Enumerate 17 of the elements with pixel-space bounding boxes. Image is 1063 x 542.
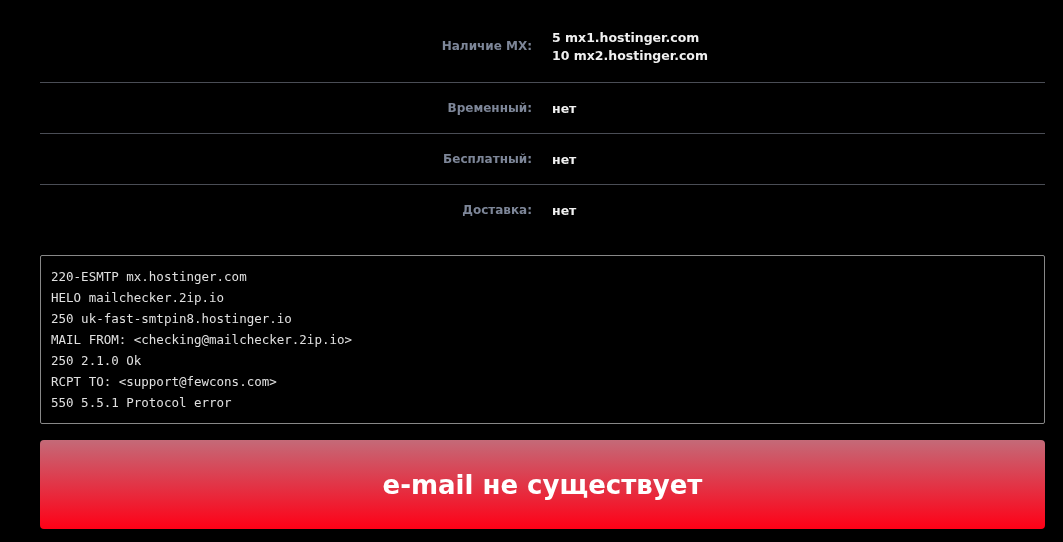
field-value: 5 mx1.hostinger.com [552, 30, 701, 45]
log-line: HELO mailchecker.2ip.io [51, 289, 226, 307]
result-banner: e-mail не существует [40, 440, 1045, 529]
log-line: RCPT TO: <support@fewcons.com> [51, 373, 278, 391]
field-value: нет [552, 202, 577, 218]
field-label: Доставка: [461, 203, 532, 217]
field-label: Наличие MX: [440, 39, 532, 53]
log-line: 220-ESMTP mx.hostinger.com [51, 268, 248, 286]
log-line: 250 2.1.0 Ok [51, 352, 143, 370]
log-line: 550 5.5.1 Protocol error [51, 394, 233, 412]
field-value: нет [552, 151, 577, 167]
field-label: Временный: [446, 101, 532, 115]
log-line: 250 uk-fast-smtpin8.hostinger.io [51, 310, 293, 328]
log-line: MAIL FROM: <checking@mailchecker.2ip.io> [51, 331, 354, 349]
field-label: Бесплатный: [442, 152, 532, 166]
field-value: нет [552, 100, 577, 116]
field-value: 10 mx2.hostinger.com [552, 48, 708, 63]
